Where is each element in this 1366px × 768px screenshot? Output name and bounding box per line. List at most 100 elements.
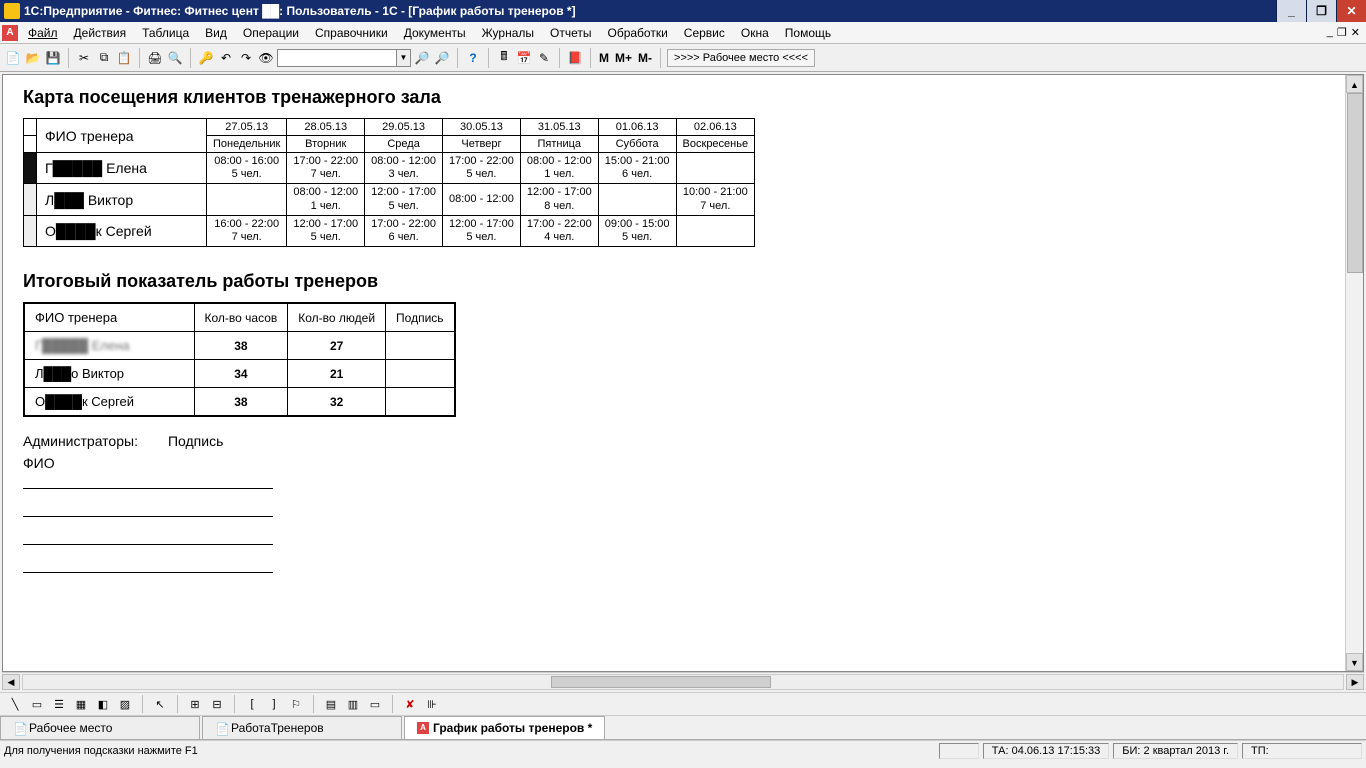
horizontal-scrollbar[interactable]: ◀ ▶ (2, 672, 1364, 690)
find-icon[interactable]: 👁 (257, 49, 275, 67)
table-row[interactable]: Л███о Виктор 34 21 (24, 360, 455, 388)
menu-service[interactable]: Сервис (676, 24, 733, 42)
tab-icon: A (417, 722, 429, 734)
memory-m-button[interactable]: M (597, 51, 611, 65)
memory-mminus-button[interactable]: M- (636, 51, 654, 65)
scroll-left-icon[interactable]: ◀ (2, 674, 20, 690)
app-menu-icon[interactable]: A (2, 25, 18, 41)
cut-icon[interactable]: ✂ (75, 49, 93, 67)
tool-line-icon[interactable]: ╲ (6, 695, 24, 713)
tool-bracket-right-icon[interactable]: ] (265, 695, 283, 713)
app-icon (4, 3, 20, 19)
menu-journals[interactable]: Журналы (474, 24, 542, 42)
scroll-right-icon[interactable]: ▶ (1346, 674, 1364, 690)
menu-processing[interactable]: Обработки (599, 24, 675, 42)
menu-windows[interactable]: Окна (733, 24, 777, 42)
tool-columns-icon[interactable]: ⊪ (423, 695, 441, 713)
workplace-button[interactable]: >>>> Рабочее место <<<< (667, 49, 815, 67)
row-selector-header (24, 119, 37, 136)
table-row[interactable]: О████к Сергей 16:00 - 22:007 чел. 12:00 … (24, 215, 755, 246)
tool-rect-icon[interactable]: ▭ (28, 695, 46, 713)
undo-icon[interactable]: ↶ (217, 49, 235, 67)
tool-delete-icon[interactable]: ✘ (401, 695, 419, 713)
calendar-icon[interactable]: 📅 (515, 49, 533, 67)
vertical-scrollbar[interactable]: ▲ ▼ (1345, 75, 1363, 671)
sum-name: Г█████ Елена (24, 332, 194, 360)
book-icon[interactable]: 📕 (566, 49, 584, 67)
statusbar: Для получения подсказки нажмите F1 ТА: 0… (0, 740, 1366, 760)
menu-reports[interactable]: Отчеты (542, 24, 599, 42)
tool-split-icon[interactable]: ⊞ (186, 695, 204, 713)
scroll-down-icon[interactable]: ▼ (1346, 653, 1363, 671)
col-fio: ФИО тренера (37, 119, 207, 153)
tool-pointer-icon[interactable]: ↖ (151, 695, 169, 713)
tool-cols-icon[interactable]: ▥ (344, 695, 362, 713)
col-day: Четверг (443, 136, 521, 153)
tool-fill-icon[interactable]: ◧ (94, 695, 112, 713)
row-selector[interactable] (24, 184, 37, 215)
tool-icon[interactable]: ✎ (535, 49, 553, 67)
tool-grid-icon[interactable]: ▦ (72, 695, 90, 713)
table-row[interactable]: О████к Сергей 38 32 (24, 388, 455, 417)
table-row[interactable]: Г█████ Елена 38 27 (24, 332, 455, 360)
col-date: 29.05.13 (365, 119, 443, 136)
menu-view[interactable]: Вид (197, 24, 235, 42)
search-dropdown-icon[interactable]: ▼ (397, 49, 411, 67)
scroll-thumb[interactable] (1347, 93, 1363, 273)
menu-file[interactable]: Файл (20, 24, 66, 42)
new-icon[interactable]: 📄 (4, 49, 22, 67)
tab-trainers-work[interactable]: 📄 РаботаТренеров (202, 716, 402, 739)
save-icon[interactable]: 💾 (44, 49, 62, 67)
menu-operations[interactable]: Операции (235, 24, 307, 42)
memory-mplus-button[interactable]: M+ (613, 51, 634, 65)
tab-trainers-schedule[interactable]: A График работы тренеров * (404, 716, 605, 739)
mdi-maximize-button[interactable]: ❐ (1337, 26, 1347, 39)
col-day: Вторник (287, 136, 365, 153)
menu-docs[interactable]: Документы (396, 24, 474, 42)
calc-icon[interactable]: 🖩 (495, 49, 513, 67)
open-icon[interactable]: 📂 (24, 49, 42, 67)
paste-icon[interactable]: 📋 (115, 49, 133, 67)
tool-bracket-left-icon[interactable]: [ (243, 695, 261, 713)
copy-icon[interactable]: ⧉ (95, 49, 113, 67)
row-selector[interactable] (24, 153, 37, 184)
help-icon[interactable]: ? (464, 49, 482, 67)
sum-hours: 34 (194, 360, 288, 388)
print-preview-icon[interactable]: 🔍 (166, 49, 184, 67)
signature-line (23, 527, 273, 545)
tool-rows-icon[interactable]: ▤ (322, 695, 340, 713)
tab-workplace[interactable]: 📄 Рабочее место (0, 716, 200, 739)
row-selector[interactable] (24, 215, 37, 246)
tool-shade-icon[interactable]: ▨ (116, 695, 134, 713)
print-icon[interactable]: 🖨 (146, 49, 164, 67)
find-next-icon[interactable]: 🔎 (413, 49, 431, 67)
menu-help[interactable]: Помощь (777, 24, 839, 42)
tool-border-icon[interactable]: ▭ (366, 695, 384, 713)
sum-hours: 38 (194, 388, 288, 417)
table-row[interactable]: Г█████ Елена 08:00 - 16:005 чел. 17:00 -… (24, 153, 755, 184)
mdi-close-button[interactable]: ✕ (1351, 26, 1360, 39)
col-date: 01.06.13 (598, 119, 676, 136)
window-maximize-button[interactable]: ❐ (1306, 0, 1336, 22)
mdi-minimize-button[interactable]: _ (1327, 26, 1333, 39)
doc-title-2: Итоговый показатель работы тренеров (23, 271, 1325, 292)
redo-icon[interactable]: ↷ (237, 49, 255, 67)
menu-table[interactable]: Таблица (134, 24, 197, 42)
titlebar: 1С:Предприятие - Фитнес: Фитнес цент ██:… (0, 0, 1366, 22)
doc-title-1: Карта посещения клиентов тренажерного за… (23, 87, 1325, 108)
trainer-name: Г█████ Елена (37, 153, 207, 184)
tool-merge-icon[interactable]: ⊟ (208, 695, 226, 713)
help-key-icon[interactable]: 🔑 (197, 49, 215, 67)
find-prev-icon[interactable]: 🔎 (433, 49, 451, 67)
window-close-button[interactable]: ✕ (1336, 0, 1366, 22)
search-input[interactable] (277, 49, 397, 67)
window-minimize-button[interactable]: _ (1276, 0, 1306, 22)
tool-text-icon[interactable]: ☰ (50, 695, 68, 713)
menu-refs[interactable]: Справочники (307, 24, 396, 42)
scroll-up-icon[interactable]: ▲ (1346, 75, 1363, 93)
table-row[interactable]: Л███ Виктор 08:00 - 12:001 чел. 12:00 - … (24, 184, 755, 215)
tool-flag-icon[interactable]: ⚐ (287, 695, 305, 713)
menu-actions[interactable]: Действия (66, 24, 135, 42)
signature-line (23, 499, 273, 517)
scroll-thumb[interactable] (551, 676, 771, 688)
